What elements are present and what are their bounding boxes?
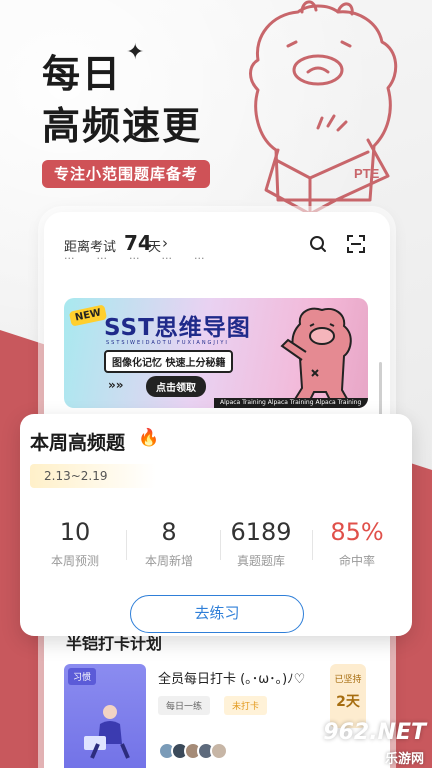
banner-ribbon: Alpaca Training Alpaca Training Alpaca T… <box>214 398 368 408</box>
stat-question-bank: 6189 真题题库 <box>216 518 306 569</box>
quick-menu-strip: ... ... ... ... ... <box>64 255 380 263</box>
stat-hit-rate: 85% 命中率 <box>312 518 402 569</box>
exam-countdown-label: 距离考试 <box>64 240 117 255</box>
quick-menu-item[interactable]: ... <box>162 255 173 263</box>
watermark-site-name: 乐游网 <box>384 752 424 767</box>
alpaca-mascot-illustration: PTE <box>249 0 398 216</box>
banner-claim-button[interactable]: 点击领取 <box>146 376 206 397</box>
hero-tag: 专注小范围题库备考 <box>42 160 211 188</box>
stat-weekly-new: 8 本周新增 <box>124 518 214 569</box>
stat-label: 本周预测 <box>50 554 99 568</box>
daily-practice-pill: 每日一练 <box>158 696 211 715</box>
weekly-hot-questions-card: 本周高频题 🔥 2.13~2.19 10 本周预测 8 本周新增 6189 真题… <box>20 414 412 636</box>
weekly-title: 本周高频题 <box>30 432 126 454</box>
stat-label: 本周新增 <box>144 554 193 568</box>
stat-value: 8 <box>161 518 177 546</box>
go-practice-button[interactable]: 去练习 <box>130 595 304 633</box>
streak-label: 已坚持 <box>334 675 362 685</box>
avatar <box>210 742 228 760</box>
checkin-card[interactable]: 习惯 全员每日打卡 (｡･ω･｡)ﾉ♡ 每日一练 未打卡 已坚持 2天 <box>64 664 368 768</box>
participant-avatars <box>158 742 228 760</box>
hero-line-1: 每日 <box>42 52 123 96</box>
quick-menu-item[interactable]: ... <box>129 255 140 263</box>
watermark-logo-text: 962.NET <box>323 720 426 745</box>
quick-menu-item[interactable]: ... <box>64 255 75 263</box>
habit-tag: 习惯 <box>68 668 97 685</box>
new-badge: NEW <box>68 304 108 327</box>
scan-icon[interactable] <box>346 234 366 254</box>
exam-countdown-unit: 天 <box>148 240 162 255</box>
stat-value: 10 <box>59 518 91 546</box>
checkin-illustration: 习惯 <box>64 664 146 768</box>
stat-weekly-predict: 10 本周预测 <box>30 518 120 569</box>
quick-menu-item[interactable]: ... <box>97 255 108 263</box>
banner-pinyin: SSTSIWEIDAOTU FUXIANGJIYI <box>106 340 229 346</box>
search-icon[interactable] <box>308 234 328 254</box>
sparkle-icon: ✦ <box>126 40 145 65</box>
date-range-chip: 2.13~2.19 <box>30 464 156 488</box>
stat-label: 命中率 <box>338 554 375 568</box>
stat-value: 6189 <box>230 518 292 546</box>
chevron-right-icon[interactable]: › <box>162 234 168 252</box>
promo-banner[interactable]: NEW SST思维导图 SSTSIWEIDAOTU FUXIANGJIYI 图像… <box>64 298 368 408</box>
book-label: PTE <box>354 166 380 181</box>
site-watermark: 962.NET 乐游网 <box>323 708 432 768</box>
flame-icon: 🔥 <box>138 428 160 448</box>
quick-menu-item[interactable]: ... <box>194 255 205 263</box>
banner-title: SST思维导图 <box>104 315 251 341</box>
person-laptop-icon <box>84 705 130 759</box>
stat-value: 85% <box>330 518 384 546</box>
checkin-status-pill: 未打卡 <box>224 696 268 715</box>
hero-line-2: 高频速更 <box>42 104 203 148</box>
bear-mascot-icon <box>280 307 352 405</box>
stat-label: 真题题库 <box>236 554 285 568</box>
banner-subtitle: 图像化记忆 快速上分秘籍 <box>104 350 234 373</box>
checkin-name: 全员每日打卡 (｡･ω･｡)ﾉ♡ <box>158 672 306 687</box>
arrows-icon: »» <box>108 378 124 392</box>
